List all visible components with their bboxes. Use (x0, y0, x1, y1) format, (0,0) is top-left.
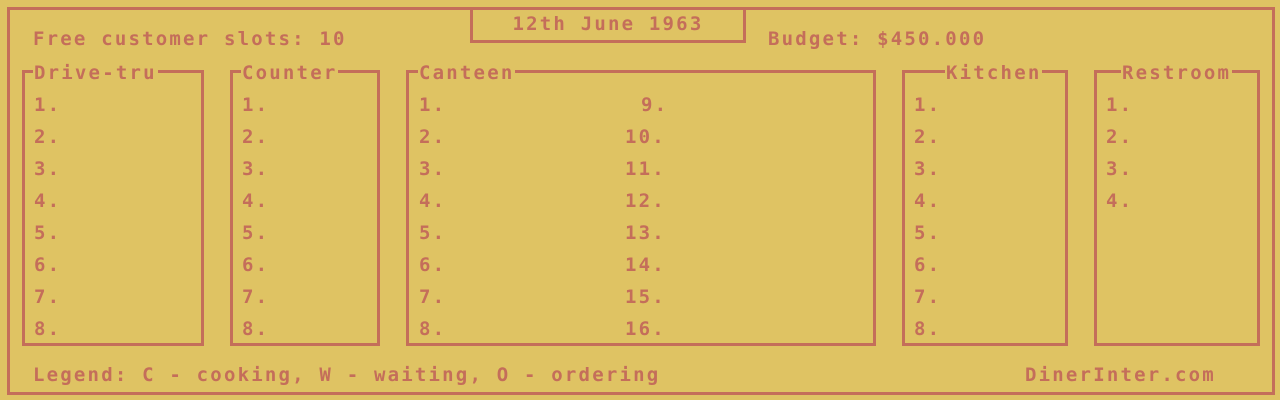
slot-item[interactable]: 5. (419, 224, 446, 243)
slot-item[interactable]: 1. (914, 96, 941, 115)
slot-item[interactable]: 7. (34, 288, 61, 307)
slot-item[interactable]: 4. (914, 192, 941, 211)
slot-item[interactable]: 1. (34, 96, 61, 115)
slot-item[interactable]: 2. (1106, 128, 1133, 147)
slot-item[interactable]: 6. (419, 256, 446, 275)
slot-item[interactable]: 7. (419, 288, 446, 307)
slot-item[interactable]: 3. (419, 160, 446, 179)
slot-item[interactable]: 6. (242, 256, 269, 275)
slot-item[interactable]: 6. (34, 256, 61, 275)
slot-item[interactable]: 9. (641, 96, 668, 115)
slot-item[interactable]: 4. (242, 192, 269, 211)
slot-item[interactable]: 3. (242, 160, 269, 179)
slot-item[interactable]: 3. (1106, 160, 1133, 179)
slot-item[interactable]: 5. (34, 224, 61, 243)
slot-item[interactable]: 8. (419, 320, 446, 339)
panel-kitchen: Kitchen 1. 2. 3. 4. 5. 6. 7. 8. (902, 64, 1068, 346)
slot-item[interactable]: 7. (914, 288, 941, 307)
slot-item[interactable]: 14. (625, 256, 666, 275)
free-slots-label: Free customer slots: 10 (33, 28, 347, 50)
panel-title-canteen: Canteen (418, 62, 516, 84)
slot-item[interactable]: 15. (625, 288, 666, 307)
slot-item[interactable]: 8. (242, 320, 269, 339)
slot-item[interactable]: 10. (625, 128, 666, 147)
panel-canteen: Canteen 1. 2. 3. 4. 5. 6. 7. 8. 9. 10. 1… (406, 64, 876, 346)
date-label: 12th June 1963 (512, 13, 704, 35)
panel-restroom: Restroom 1. 2. 3. 4. (1094, 64, 1260, 346)
panel-title-restroom: Restroom (1121, 62, 1233, 84)
slot-item[interactable]: 4. (1106, 192, 1133, 211)
slot-item[interactable]: 16. (625, 320, 666, 339)
panel-title-counter: Counter (241, 62, 339, 84)
panel-title-kitchen: Kitchen (945, 62, 1043, 84)
slot-item[interactable]: 2. (242, 128, 269, 147)
date-box: 12th June 1963 (470, 7, 746, 43)
slot-item[interactable]: 4. (34, 192, 61, 211)
slot-item[interactable]: 5. (914, 224, 941, 243)
slot-item[interactable]: 1. (242, 96, 269, 115)
slot-item[interactable]: 5. (242, 224, 269, 243)
slot-item[interactable]: 2. (34, 128, 61, 147)
slot-item[interactable]: 1. (419, 96, 446, 115)
budget-label: Budget: $450.000 (768, 28, 987, 50)
slot-item[interactable]: 3. (34, 160, 61, 179)
panel-counter: Counter 1. 2. 3. 4. 5. 6. 7. 8. (230, 64, 380, 346)
slot-item[interactable]: 4. (419, 192, 446, 211)
slot-item[interactable]: 8. (914, 320, 941, 339)
slot-item[interactable]: 7. (242, 288, 269, 307)
site-link[interactable]: DinerInter.com (1025, 366, 1216, 385)
panel-title-drive-tru: Drive-tru (33, 62, 158, 84)
slot-item[interactable]: 12. (625, 192, 666, 211)
slot-item[interactable]: 1. (1106, 96, 1133, 115)
slot-item[interactable]: 6. (914, 256, 941, 275)
panel-drive-tru: Drive-tru 1. 2. 3. 4. 5. 6. 7. 8. (22, 64, 204, 346)
slot-item[interactable]: 13. (625, 224, 666, 243)
legend-text: Legend: C - cooking, W - waiting, O - or… (33, 364, 661, 386)
slot-item[interactable]: 11. (625, 160, 666, 179)
slot-item[interactable]: 8. (34, 320, 61, 339)
slot-item[interactable]: 3. (914, 160, 941, 179)
slot-item[interactable]: 2. (914, 128, 941, 147)
slot-item[interactable]: 2. (419, 128, 446, 147)
